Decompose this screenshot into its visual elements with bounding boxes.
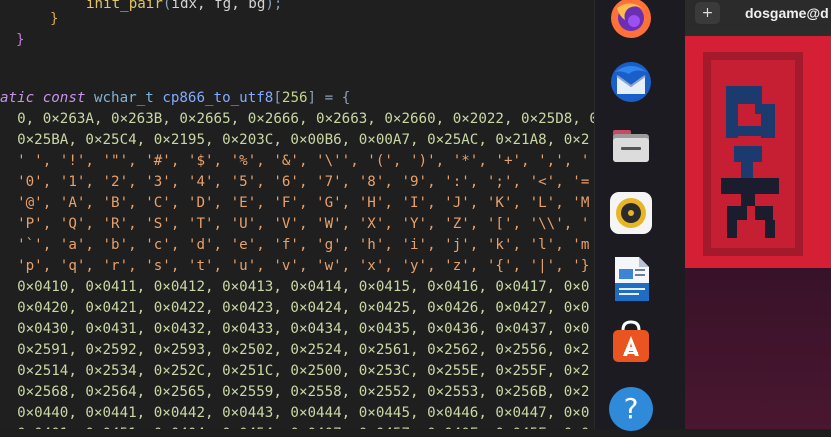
code-token: 0×25BA, 0×25C4, 0×2195, 0×203C, 0×00B6, … xyxy=(0,132,590,148)
files-icon[interactable] xyxy=(607,122,655,170)
code-token: '0', '1', '2', '3', '4', '5', '6', '7', … xyxy=(0,174,590,190)
code-line: 0×0420, 0×0421, 0×0422, 0×0423, 0×0424, … xyxy=(0,298,589,319)
code-token: cp866_to_utf8 xyxy=(162,90,274,106)
code-token: } xyxy=(16,32,25,48)
code-token: '`', 'a', 'b', 'c', 'd', 'e', 'f', 'g', … xyxy=(0,237,590,253)
code-token: 'p', 'q', 'r', 's', 't', 'u', 'v', 'w', … xyxy=(0,258,590,274)
dock: ? xyxy=(594,0,686,431)
code-token: } xyxy=(50,11,59,27)
terminal-content[interactable] xyxy=(685,30,831,268)
help-icon[interactable]: ? xyxy=(607,385,655,433)
code-line: ' ', '!', '"', '#', '$', '%', '&', '\'',… xyxy=(0,151,589,172)
code-line: 0×25BA, 0×25C4, 0×2195, 0×203C, 0×00B6, … xyxy=(0,130,589,151)
code-line: '@', 'A', 'B', 'C', 'D', 'E', 'F', 'G', … xyxy=(0,193,589,214)
window-title: dosgame@d xyxy=(745,5,829,21)
code-line: } xyxy=(50,9,59,30)
thunderbird-icon[interactable] xyxy=(607,58,655,106)
code-token: [ xyxy=(273,90,282,106)
window-titlebar[interactable]: + dosgame@d xyxy=(685,0,831,30)
code-line: 0×2568, 0×2564, 0×2565, 0×2559, 0×2558, … xyxy=(0,382,589,403)
code-token: 'P', 'Q', 'R', 'S', 'T', 'U', 'V', 'W', … xyxy=(0,216,590,232)
code-token: 256 xyxy=(281,90,308,106)
code-token: wchar_t xyxy=(93,90,163,106)
code-line: 'p', 'q', 'r', 's', 't', 'u', 'v', 'w', … xyxy=(0,256,589,277)
code-token: 0×2514, 0×2534, 0×252C, 0×251C, 0×2500, … xyxy=(0,363,590,379)
code-token: '@', 'A', 'B', 'C', 'D', 'E', 'F', 'G', … xyxy=(0,195,590,211)
game-graphic xyxy=(685,36,831,268)
code-token: init_pair xyxy=(86,0,163,12)
code-line: } xyxy=(16,30,25,51)
code-line: 0×0440, 0×0441, 0×0442, 0×0443, 0×0444, … xyxy=(0,403,589,424)
code-token: 0, 0×263A, 0×263B, 0×2665, 0×2666, 0×266… xyxy=(0,111,594,127)
rhythmbox-icon[interactable] xyxy=(607,189,655,237)
code-line: init_pair(idx, fg, bg); xyxy=(86,0,282,15)
code-token: ' ', '!', '"', '#', '$', '%', '&', '\'',… xyxy=(0,153,590,169)
code-token: idx, fg, bg xyxy=(171,0,266,12)
code-line: 0×2514, 0×2534, 0×252C, 0×251C, 0×2500, … xyxy=(0,361,589,382)
code-token: 0×0410, 0×0411, 0×0412, 0×0413, 0×0414, … xyxy=(0,279,590,295)
code-token: atic const xyxy=(0,90,94,106)
new-tab-button[interactable]: + xyxy=(695,2,720,24)
code-line: 0×2591, 0×2592, 0×2593, 0×2502, 0×2524, … xyxy=(0,340,589,361)
code-token: 0×0420, 0×0421, 0×0422, 0×0423, 0×0424, … xyxy=(0,300,590,316)
code-editor[interactable]: init_pair(idx, fg, bg);}} atic const wcha… xyxy=(0,0,594,429)
code-token: 0×2591, 0×2592, 0×2593, 0×2502, 0×2524, … xyxy=(0,342,590,358)
code-line: 0, 0×263A, 0×263B, 0×2665, 0×2666, 0×266… xyxy=(0,109,594,130)
firefox-icon[interactable] xyxy=(607,0,655,42)
code-line: '0', '1', '2', '3', '4', '5', '6', '7', … xyxy=(0,172,589,193)
code-token: ); xyxy=(265,0,283,12)
terminal-window: + dosgame@d xyxy=(685,0,831,429)
code-line: 0×0401, 0×0451, 0×0404, 0×0454, 0×0407, … xyxy=(0,424,589,429)
code-token: 0×2568, 0×2564, 0×2565, 0×2559, 0×2558, … xyxy=(0,384,590,400)
code-line: 0×0410, 0×0411, 0×0412, 0×0413, 0×0414, … xyxy=(0,277,589,298)
code-token: 0×0430, 0×0431, 0×0432, 0×0433, 0×0434, … xyxy=(0,321,590,337)
code-token: 0×0440, 0×0441, 0×0442, 0×0443, 0×0444, … xyxy=(0,405,590,421)
code-line: 0×0430, 0×0431, 0×0432, 0×0433, 0×0434, … xyxy=(0,319,589,340)
code-line: '`', 'a', 'b', 'c', 'd', 'e', 'f', 'g', … xyxy=(0,235,589,256)
code-token: ] = { xyxy=(307,90,351,106)
writer-icon[interactable] xyxy=(607,255,655,303)
code-line: atic const wchar_t cp866_to_utf8[256] = … xyxy=(0,88,350,109)
help-glyph: ? xyxy=(623,392,639,425)
app-center-icon[interactable] xyxy=(607,318,655,366)
code-line: 'P', 'Q', 'R', 'S', 'T', 'U', 'V', 'W', … xyxy=(0,214,589,235)
